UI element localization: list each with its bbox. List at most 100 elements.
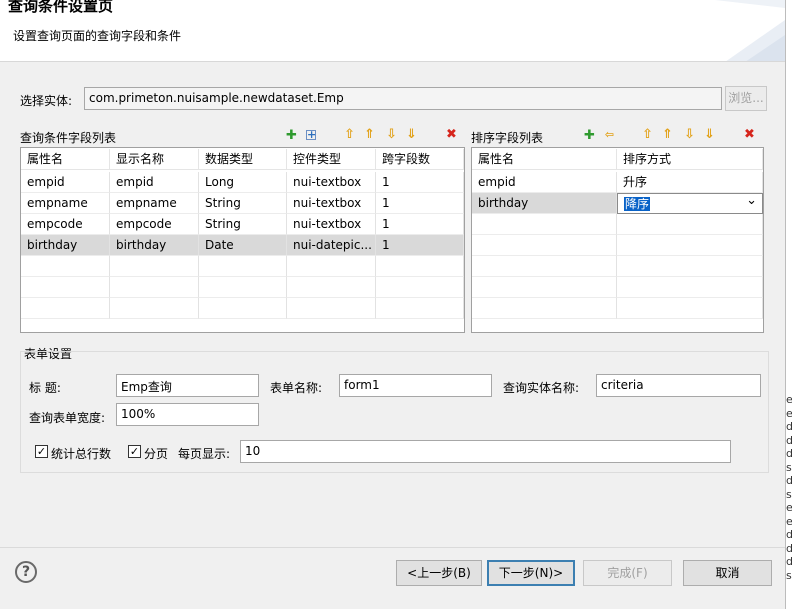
strip-text: d	[786, 447, 792, 460]
query-field-cell	[287, 277, 376, 298]
query-field-cell: String	[199, 193, 287, 214]
query-entity-label: 查询实体名称:	[503, 381, 580, 395]
sort-field-cell	[617, 298, 763, 319]
page-size-input[interactable]: 10	[240, 440, 731, 463]
query-field-cell	[21, 298, 110, 319]
cancel-button[interactable]: 取消	[683, 560, 772, 586]
sort-order-combo[interactable]: 降序 ⌄	[617, 193, 763, 214]
sort-field-cell	[617, 256, 763, 277]
move-down-icon[interactable]: ⇩	[385, 128, 398, 141]
insert-sort-icon[interactable]: ⇦	[603, 128, 616, 141]
strip-text: d	[786, 542, 792, 555]
sort-field-cell	[472, 298, 617, 319]
chevron-down-icon[interactable]: ⌄	[746, 194, 757, 211]
query-field-cell	[199, 277, 287, 298]
query-field-cell: 1	[376, 172, 464, 193]
query-field-cell	[376, 298, 464, 319]
delete-icon[interactable]: ✖	[445, 128, 458, 141]
table-row[interactable]: empid empid Long nui-textbox 1	[21, 172, 464, 193]
query-field-cell: nui-textbox	[287, 172, 376, 193]
sort-field-header-row: 属性名 排序方式	[472, 148, 763, 170]
query-field-cell	[110, 298, 199, 319]
page-description: 设置查询页面的查询字段和条件	[13, 29, 182, 43]
query-field-column-header[interactable]: 属性名	[21, 149, 110, 170]
sort-field-cell	[472, 256, 617, 277]
sort-move-up-icon[interactable]: ⇧	[641, 128, 654, 141]
strip-text: e	[786, 515, 792, 528]
sort-field-cell: 升序	[617, 172, 763, 193]
sort-field-column-header[interactable]: 属性名	[472, 149, 617, 170]
table-row[interactable]: birthday birthday Date nui-datepic... 1	[21, 235, 464, 256]
strip-text: e	[786, 393, 792, 406]
sort-field-cell	[617, 214, 763, 235]
sort-move-top-icon[interactable]: ⇑	[661, 128, 674, 141]
count-rows-checkbox[interactable]: ✓	[35, 445, 48, 458]
query-field-cell: String	[199, 214, 287, 235]
query-field-cell: Date	[199, 235, 287, 256]
move-top-icon[interactable]: ⇑	[363, 128, 376, 141]
add-grid-icon[interactable]: +	[306, 129, 316, 140]
sort-field-cell	[472, 235, 617, 256]
sort-order-value[interactable]: 降序	[624, 197, 651, 211]
entity-field[interactable]: com.primeton.nuisample.newdataset.Emp	[84, 87, 722, 110]
background-window-strip: eedddsdseeddds	[785, 0, 792, 609]
table-row[interactable]: empname empname String nui-textbox 1	[21, 193, 464, 214]
title-input[interactable]: Emp查询	[116, 374, 259, 397]
sort-delete-icon[interactable]: ✖	[743, 128, 756, 141]
query-field-column-header[interactable]: 数据类型	[199, 149, 287, 170]
sort-fields-title: 排序字段列表	[471, 131, 544, 145]
count-rows-label[interactable]: 统计总行数	[51, 445, 111, 462]
title-label: 标 题:	[29, 381, 61, 395]
query-field-cell	[287, 256, 376, 277]
table-row	[472, 235, 763, 256]
form-width-input[interactable]: 100%	[116, 403, 259, 426]
table-row	[472, 298, 763, 319]
query-field-cell: birthday	[21, 235, 110, 256]
table-row	[472, 256, 763, 277]
table-row[interactable]: empcode empcode String nui-textbox 1	[21, 214, 464, 235]
sort-move-down-icon[interactable]: ⇩	[683, 128, 696, 141]
finish-button[interactable]: 完成(F)	[583, 560, 672, 586]
wizard-header: 查询条件设置页 设置查询页面的查询字段和条件	[0, 0, 785, 62]
table-row[interactable]: birthday 降序 ⌄	[472, 193, 763, 214]
sort-field-cell	[617, 235, 763, 256]
entity-label: 选择实体:	[20, 94, 73, 108]
sort-fields-table: 属性名 排序方式 empid 升序 birthday 降序 ⌄	[471, 147, 764, 333]
table-row[interactable]: empid 升序	[472, 172, 763, 193]
query-field-cell	[199, 298, 287, 319]
strip-text: d	[786, 434, 792, 447]
query-field-cell: 1	[376, 193, 464, 214]
paging-checkbox[interactable]: ✓	[128, 445, 141, 458]
footer-divider	[0, 547, 785, 548]
strip-text: d	[786, 474, 792, 487]
table-row	[21, 298, 464, 319]
query-field-cell: Long	[199, 172, 287, 193]
query-field-header-row: 属性名 显示名称 数据类型 控件类型 跨字段数	[21, 148, 464, 170]
strip-text: s	[786, 487, 792, 501]
browse-button[interactable]: 浏览...	[725, 86, 767, 111]
query-field-cell: 1	[376, 235, 464, 256]
add-icon[interactable]: ✚	[285, 129, 298, 142]
move-up-icon[interactable]: ⇧	[343, 128, 356, 141]
next-button[interactable]: 下一步(N)>	[487, 560, 575, 586]
page-title: 查询条件设置页	[8, 0, 114, 15]
query-field-column-header[interactable]: 控件类型	[287, 149, 376, 170]
query-field-column-header[interactable]: 显示名称	[110, 149, 199, 170]
query-field-cell: 1	[376, 214, 464, 235]
help-icon[interactable]: ?	[15, 561, 37, 583]
sort-move-bottom-icon[interactable]: ⇓	[703, 128, 716, 141]
query-field-cell: empcode	[110, 214, 199, 235]
query-field-cell: empname	[21, 193, 110, 214]
query-field-cell: nui-textbox	[287, 193, 376, 214]
form-name-input[interactable]: form1	[339, 374, 492, 397]
paging-label[interactable]: 分页	[144, 445, 168, 462]
sort-field-column-header[interactable]: 排序方式	[617, 149, 763, 170]
query-field-cell	[21, 277, 110, 298]
move-bottom-icon[interactable]: ⇓	[405, 128, 418, 141]
strip-text: s	[786, 460, 792, 474]
sort-field-cell: birthday	[472, 193, 617, 214]
query-field-column-header[interactable]: 跨字段数	[376, 149, 464, 170]
query-entity-input[interactable]: criteria	[596, 374, 761, 397]
back-button[interactable]: <上一步(B)	[396, 560, 482, 586]
add-sort-icon[interactable]: ✚	[583, 129, 596, 142]
